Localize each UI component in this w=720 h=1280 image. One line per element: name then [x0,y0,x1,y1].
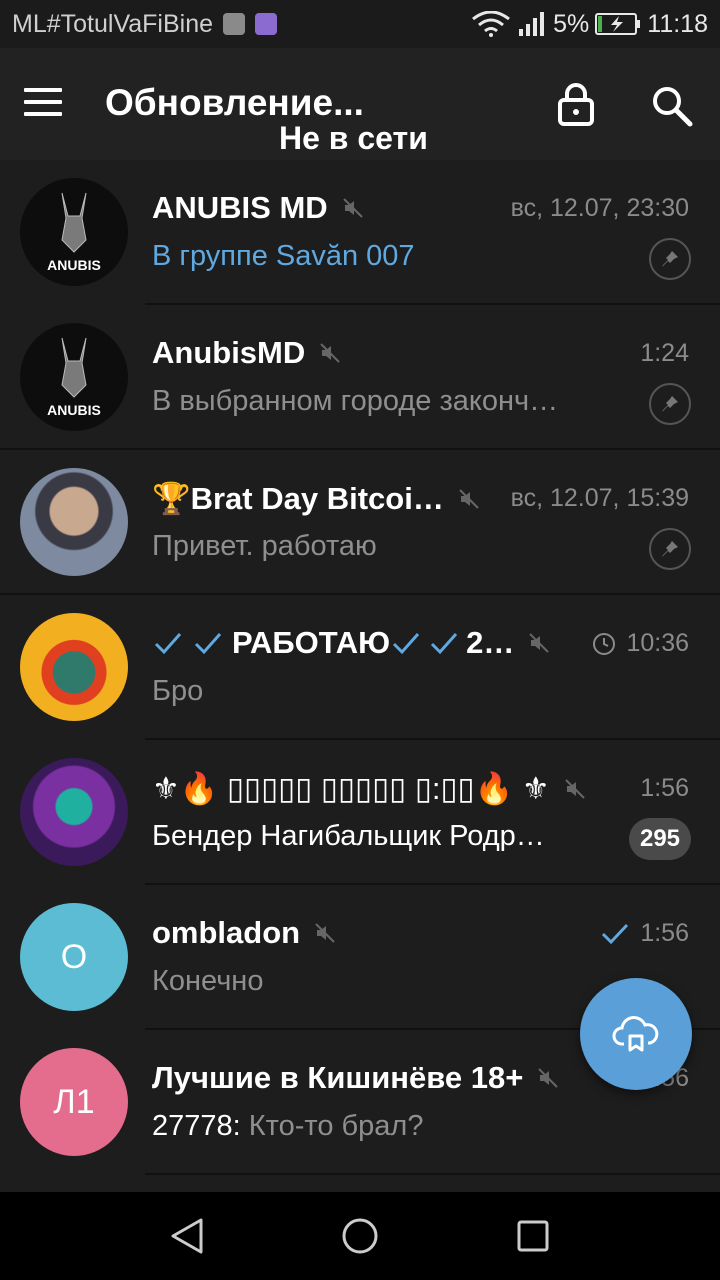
page-title: Обновление... [105,82,364,123]
chat-name: 🏆Brat Day Bitcoi… [152,480,480,517]
menu-icon[interactable] [24,88,64,120]
cloud-upload-icon [612,1016,659,1052]
wifi-icon [472,11,511,37]
chat-row[interactable]: 🏆Brat Day Bitcoi… вс, 12.07, 15:39 Приве… [0,450,720,595]
chat-name: ⚜🔥 ▯▯▯▯▯ ▯▯▯▯▯ ▯:▯▯🔥 ⚜ [152,770,586,807]
scheduled-clock-icon [593,632,616,655]
muted-icon [315,923,335,943]
viber-notification-icon [255,13,278,35]
chat-preview: 27778: Кто-то брал? [152,1110,424,1142]
clock: 11:18 [647,9,708,38]
muted-icon [538,1068,559,1088]
double-check-icon [393,633,458,655]
chat-name: Лучшие в Кишинёве 18+ [152,1060,559,1096]
chat-time: 1:56 [600,919,689,948]
system-navigation-bar [0,1192,720,1280]
chat-time: вс, 12.07, 15:39 [510,484,689,512]
chat-time: 1:56 [640,774,689,802]
chat-row[interactable]: ANUBIS AnubisMD 1:24 В выбранном городе … [0,305,720,450]
avatar [20,613,128,721]
chat-time: вс, 12.07, 23:30 [510,194,689,222]
status-bar: ML#TotulVaFiBine 5% 11:18 [0,0,720,48]
chat-row[interactable]: ⚜🔥 ▯▯▯▯▯ ▯▯▯▯▯ ▯:▯▯🔥 ⚜ 1:56 Бендер Нагиб… [0,740,720,885]
chat-name: AnubisMD [152,335,341,371]
avatar: ANUBIS [20,178,128,286]
read-check-icon [602,923,629,944]
avatar [20,758,128,866]
carrier-name: ML#TotulVaFiBine [12,9,214,38]
muted-icon [564,778,585,799]
chat-time: 1:24 [640,339,689,367]
chat-preview: Бро [152,675,204,707]
app-bar: Обновление... Не в сети [0,48,720,160]
chat-preview: Конечно [152,965,264,997]
muted-icon [529,633,550,653]
chat-preview: В группе Savăn 007 [152,240,415,272]
unread-badge: 295 [629,818,691,860]
back-icon[interactable] [165,1214,209,1258]
chat-time: 10:36 [592,629,689,658]
muted-icon [320,343,340,363]
muted-icon [459,488,479,509]
avatar-label: ANUBIS [47,257,101,273]
pin-icon [649,238,691,280]
message-sender: 27778: [152,1110,241,1142]
search-icon[interactable] [650,84,694,128]
avatar-initials: Л1 [53,1082,95,1121]
avatar [20,468,128,576]
pin-icon [649,383,691,425]
chat-name: РАБОТАЮ 2… [152,625,550,661]
battery-charging-icon [595,13,641,35]
lock-icon[interactable] [556,82,596,126]
chat-row[interactable]: РАБОТАЮ 2… 10:36 Бро [0,595,720,740]
chat-name: ombladon [152,915,336,951]
home-icon[interactable] [338,1214,382,1258]
avatar: O [20,903,128,1011]
connection-status: Не в сети [279,120,428,156]
chat-row[interactable]: ANUBIS ANUBIS MD вс, 12.07, 23:30 В груп… [0,160,720,305]
double-check-icon [154,633,222,655]
signal-icon [519,12,545,36]
avatar-initials: O [60,937,88,976]
pin-icon [649,528,691,570]
chat-preview: Привет. работаю [152,530,377,562]
avatar: Л1 [20,1048,128,1156]
chat-preview: Бендер Нагибальщик Родр… [152,820,545,852]
cloud-upload-button[interactable] [580,978,692,1090]
avatar-label: ANUBIS [47,402,101,418]
chat-preview: В выбранном городе законч… [152,385,559,417]
battery-percent: 5% [553,9,590,38]
avatar: ANUBIS [20,323,128,431]
chat-name: ANUBIS MD [152,190,364,226]
recents-icon[interactable] [511,1214,555,1258]
gallery-notification-icon [223,13,246,35]
muted-icon [342,198,363,218]
